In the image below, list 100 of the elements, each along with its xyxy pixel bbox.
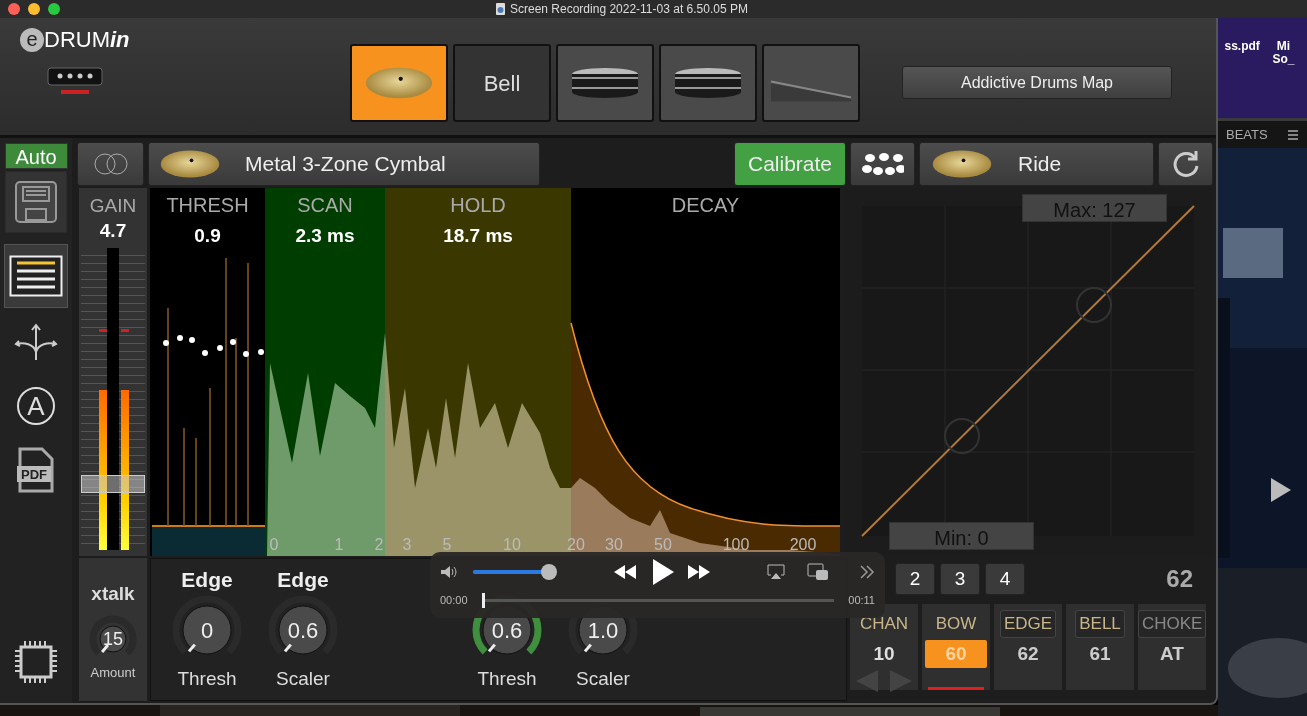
more-button[interactable]: [859, 565, 875, 579]
knob-caption: Amount: [89, 663, 137, 682]
zone-button[interactable]: EDGE: [999, 610, 1057, 638]
volume-thumb[interactable]: [540, 564, 557, 580]
section-label: DECAY: [671, 194, 740, 216]
volume-icon[interactable]: [440, 565, 457, 579]
picture-in-picture-icon: [807, 563, 829, 581]
zone-tab[interactable]: 2: [895, 563, 935, 595]
progress-thumb[interactable]: [481, 592, 485, 608]
menu-icon[interactable]: [1287, 128, 1299, 141]
fast-forward-button[interactable]: [687, 564, 711, 580]
pad-button[interactable]: [556, 44, 654, 122]
zone-tab[interactable]: 3: [940, 563, 980, 595]
section-value: 18.7 ms: [443, 225, 513, 246]
drum-icon: [673, 66, 743, 100]
file-label[interactable]: Mi So_: [1266, 40, 1301, 118]
pad-button[interactable]: Bell: [453, 44, 551, 122]
note-number: 62: [1166, 564, 1193, 594]
pad-layout-button[interactable]: [850, 142, 915, 186]
module-icon: [46, 66, 104, 96]
elapsed-time: 00:00: [440, 593, 468, 608]
zone-button[interactable]: BELL: [1075, 610, 1125, 638]
airplay-icon: [767, 564, 785, 580]
cymbal-icon: [159, 149, 221, 179]
preset-button[interactable]: Metal 3-Zone Cymbal: [148, 142, 540, 186]
picture-in-picture-button[interactable]: [807, 563, 829, 581]
section-label: THRESH: [166, 194, 249, 216]
auto-tab[interactable]: Auto: [4, 143, 68, 169]
zone-button[interactable]: BOW: [931, 610, 981, 638]
play-icon: [651, 558, 675, 586]
rewind-button[interactable]: [613, 564, 637, 580]
split-arrows-icon: [14, 322, 58, 362]
airplay-button[interactable]: [767, 564, 785, 580]
gain-value: 4.7: [98, 219, 128, 240]
refresh-button[interactable]: [1158, 142, 1213, 186]
selection-underline: [928, 687, 984, 690]
peak-mark: [99, 329, 107, 332]
sidebar-button[interactable]: [5, 245, 67, 307]
link-button[interactable]: [77, 142, 144, 186]
curve-handle[interactable]: [1076, 287, 1112, 323]
cymbal-icon: [930, 149, 994, 179]
knob-caption: Thresh: [176, 667, 238, 691]
instrument-button[interactable]: Ride: [919, 142, 1154, 186]
knob-title: Edge: [276, 567, 330, 593]
knob[interactable]: 15: [89, 614, 137, 663]
zone-tab[interactable]: 4: [985, 563, 1025, 595]
app-logo: e DRUMin: [20, 28, 160, 52]
window-title: Screen Recording 2022-11-03 at 6.50.05 PM: [510, 1, 748, 18]
axis-tick-label: 1: [334, 536, 344, 553]
rewind-icon: [613, 564, 637, 580]
knob-title: Edge: [180, 567, 234, 593]
axis-tick-label: 30: [605, 536, 623, 553]
zone-value: 61: [1088, 641, 1112, 666]
zone-value: 10: [872, 641, 896, 666]
section-label: SCAN: [297, 194, 353, 216]
axis-tick-label: 200: [789, 536, 817, 553]
pdf-icon: PDF: [16, 446, 56, 494]
axis-tick-label: 5: [442, 536, 452, 553]
save-icon: [14, 180, 58, 224]
sidebar-button[interactable]: A: [5, 375, 67, 437]
knob-caption: Thresh: [476, 667, 538, 691]
axis-tick-label: 50: [654, 536, 672, 553]
zone-value: 62: [1016, 641, 1040, 666]
pad-button[interactable]: [350, 44, 448, 122]
axis-tick-label: 10: [503, 536, 521, 553]
auto-icon: A: [16, 386, 56, 426]
minimize-button[interactable]: [28, 3, 40, 15]
axis-tick-label: 3: [402, 536, 412, 553]
fast-forward-icon: [687, 564, 711, 580]
axis-tick-label: 20: [567, 536, 585, 553]
close-button[interactable]: [8, 3, 20, 15]
zone-label: CHAN: [858, 613, 910, 635]
zone-value: 60: [925, 639, 987, 668]
pedal-icon: [769, 80, 853, 102]
knob-caption: Scaler: [575, 667, 631, 691]
axis-tick-label: 100: [722, 536, 750, 553]
zoom-button[interactable]: [48, 3, 60, 15]
list-icon: [9, 255, 63, 297]
peak-mark: [121, 329, 129, 332]
remaining-time: 00:11: [848, 593, 875, 608]
axis-tick-label: 0: [269, 536, 279, 553]
play-button[interactable]: [651, 558, 675, 586]
zone-value: AT: [1159, 641, 1185, 666]
document-icon: [495, 3, 506, 15]
section-label: HOLD: [450, 194, 506, 216]
section-value: 0.9: [194, 225, 221, 246]
curve-handle[interactable]: [944, 418, 980, 454]
double-chevron-icon: [859, 565, 875, 579]
drum-icon: [570, 66, 640, 100]
sidebar-button[interactable]: PDF: [5, 439, 67, 501]
xtalk-label: xtalk: [90, 582, 136, 606]
map-button[interactable]: Addictive Drums Map: [902, 66, 1172, 99]
file-label[interactable]: ss.pdf: [1224, 40, 1259, 118]
pad-button[interactable]: [659, 44, 757, 122]
section-value: 2.3 ms: [295, 225, 355, 246]
knob-caption: Scaler: [275, 667, 331, 691]
axis-tick-label: 2: [374, 536, 384, 553]
chip-icon: [13, 639, 59, 685]
fader-handle[interactable]: [81, 475, 145, 494]
dots-icon: [861, 150, 904, 178]
